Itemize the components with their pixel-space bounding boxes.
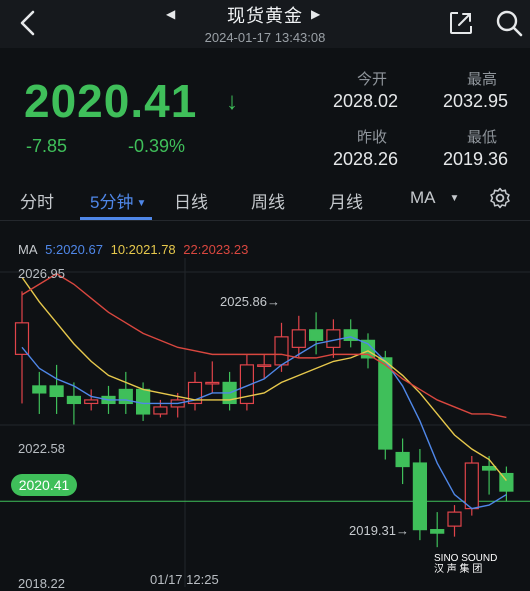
candle-down bbox=[32, 385, 47, 394]
tab-daily[interactable]: 日线 bbox=[174, 188, 208, 213]
watermark-line1: SINO SOUND bbox=[434, 553, 498, 564]
period-tabs: 分时 5分钟 ▼ 日线 周线 月线 MA ▼ bbox=[0, 178, 530, 221]
watermark: SINO SOUND 汉 声 集 团 bbox=[434, 553, 497, 575]
last-price: 2020.41 bbox=[24, 75, 198, 127]
quote-panel: 2020.41 ↓ -7.85 -0.39% 今开 2028.02 最高 203… bbox=[0, 48, 530, 178]
candle-up bbox=[153, 406, 168, 415]
candle-up bbox=[464, 462, 479, 510]
y-axis-top-label: 2026.95 bbox=[18, 266, 65, 281]
high-value: 2032.95 bbox=[443, 91, 509, 111]
low-annotation-value: 2019.31 bbox=[349, 523, 396, 538]
candle-down bbox=[136, 388, 151, 415]
candle-down bbox=[378, 357, 393, 450]
candle-up bbox=[84, 399, 99, 405]
tab-monthly[interactable]: 月线 bbox=[329, 188, 363, 213]
candle-up bbox=[14, 322, 30, 355]
prev-close-label: 昨收 bbox=[357, 129, 388, 146]
price-change-percent: -0.39% bbox=[128, 136, 186, 156]
price-change: -7.85 bbox=[26, 136, 68, 156]
right-arrow-icon: → bbox=[396, 523, 409, 538]
tab-indicator-ma[interactable]: MA ▼ bbox=[410, 188, 459, 208]
caret-down-icon: ▼ bbox=[449, 193, 460, 204]
high-annotation-value: 2025.86 bbox=[220, 294, 267, 309]
y-axis-bottom-label: 2018.22 bbox=[18, 576, 65, 591]
candle-up bbox=[257, 364, 272, 367]
search-icon[interactable] bbox=[495, 8, 523, 38]
share-icon[interactable] bbox=[448, 10, 474, 36]
high-label: 最高 bbox=[467, 71, 498, 88]
active-tab-indicator bbox=[80, 217, 152, 220]
top-bar: ◀ 现货黄金 2024-01-17 13:43:08 ▶ bbox=[0, 0, 530, 48]
candle-up bbox=[447, 511, 462, 527]
low-label: 最低 bbox=[467, 129, 498, 146]
high-annotation: 2025.86→ bbox=[220, 294, 280, 309]
candle-down bbox=[499, 472, 514, 492]
candle-down bbox=[412, 462, 427, 531]
tab-weekly[interactable]: 周线 bbox=[251, 188, 285, 213]
down-arrow-icon: ↓ bbox=[226, 88, 238, 115]
x-axis-time-label: 01/17 12:25 bbox=[150, 572, 219, 587]
candle-up bbox=[205, 381, 220, 385]
candle-up bbox=[274, 336, 289, 366]
tab-5min-label: 5分钟 bbox=[90, 193, 134, 212]
candle-down bbox=[482, 465, 497, 471]
low-value: 2019.36 bbox=[443, 149, 509, 169]
ma-legend: MA 5:2020.67 10:2021.78 22:2023.23 bbox=[18, 242, 252, 257]
ma-legend-title: MA bbox=[18, 242, 38, 257]
candle-down bbox=[395, 451, 410, 468]
open-value: 2028.02 bbox=[333, 91, 399, 111]
caret-down-icon: ▼ bbox=[136, 198, 147, 209]
tab-ma-label: MA bbox=[410, 188, 436, 207]
y-axis-mid-label: 2022.58 bbox=[18, 441, 65, 456]
current-price-tag: 2020.41 bbox=[11, 474, 77, 496]
candle-up bbox=[291, 329, 306, 348]
tab-5min[interactable]: 5分钟 ▼ bbox=[90, 188, 146, 213]
open-label: 今开 bbox=[357, 71, 388, 88]
candle-down bbox=[66, 395, 82, 405]
next-instrument-icon[interactable]: ▶ bbox=[311, 7, 320, 21]
tab-intraday[interactable]: 分时 bbox=[20, 188, 54, 213]
ma5-value: 5:2020.67 bbox=[45, 242, 103, 257]
ma10-value: 10:2021.78 bbox=[110, 242, 176, 257]
ma22-value: 22:2023.23 bbox=[183, 242, 249, 257]
candle-down bbox=[309, 329, 324, 341]
candle-up bbox=[326, 329, 341, 348]
candle-down bbox=[49, 385, 64, 398]
low-annotation: 2019.31→ bbox=[349, 523, 409, 538]
candle-down bbox=[430, 529, 445, 534]
gear-icon[interactable] bbox=[489, 187, 511, 209]
prev-close-value: 2028.26 bbox=[333, 149, 399, 169]
watermark-line2: 汉 声 集 团 bbox=[434, 564, 483, 575]
right-arrow-icon: → bbox=[267, 294, 280, 309]
